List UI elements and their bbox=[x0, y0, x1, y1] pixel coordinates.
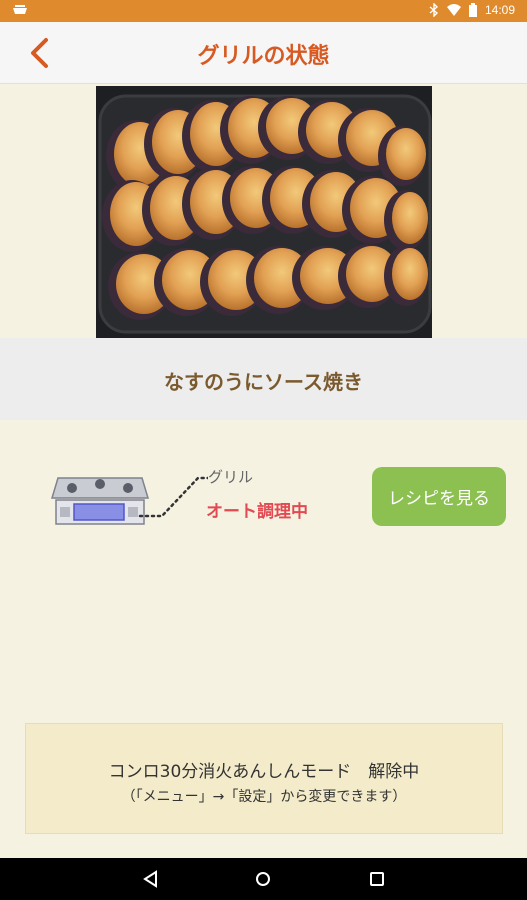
page-title: グリルの状態 bbox=[197, 44, 330, 69]
status-bar: 14:09 bbox=[0, 0, 527, 22]
view-recipe-button[interactable]: レシピを見る bbox=[372, 467, 506, 526]
notice-line-2: （「メニュー」→「設定」から変更できます） bbox=[121, 789, 407, 805]
app-header: グリルの状態 bbox=[0, 22, 527, 84]
notification-icon bbox=[13, 5, 27, 14]
grill-label: グリル bbox=[208, 468, 254, 486]
grill-status: オート調理中 bbox=[206, 502, 308, 522]
connector-dots bbox=[138, 476, 208, 518]
recipe-name: なすのうにソース焼き bbox=[164, 370, 363, 394]
battery-icon bbox=[468, 3, 477, 17]
nav-back-icon[interactable] bbox=[140, 868, 162, 890]
notice-line-1: コンロ30分消火あんしんモード 解除中 bbox=[108, 762, 420, 782]
nav-recents-icon[interactable] bbox=[366, 868, 388, 890]
stove-icon bbox=[50, 477, 150, 525]
nav-home-icon[interactable] bbox=[252, 868, 274, 890]
bluetooth-icon bbox=[429, 3, 438, 17]
dish-photo bbox=[96, 86, 432, 338]
system-nav-bar bbox=[0, 858, 527, 900]
recipe-name-band: なすのうにソース焼き bbox=[0, 338, 527, 420]
clock: 14:09 bbox=[484, 3, 515, 17]
wifi-icon bbox=[446, 4, 461, 16]
safety-mode-notice: コンロ30分消火あんしんモード 解除中 （「メニュー」→「設定」から変更できます… bbox=[25, 723, 503, 834]
